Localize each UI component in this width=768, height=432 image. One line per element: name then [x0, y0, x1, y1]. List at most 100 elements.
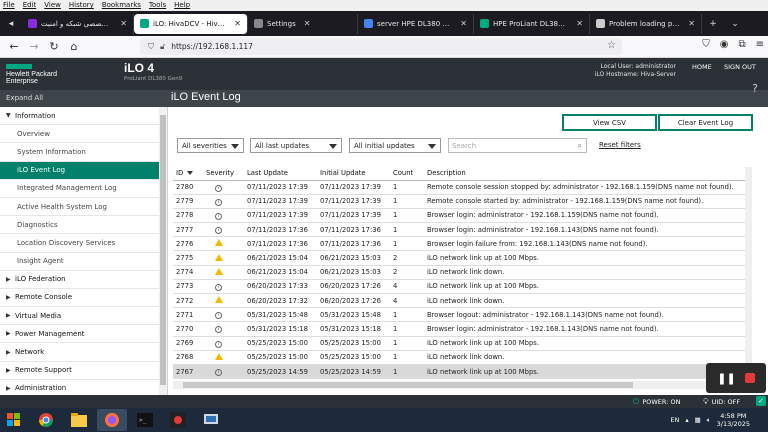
sign-out-link[interactable]: SIGN OUT: [724, 63, 756, 71]
back-icon[interactable]: ←: [4, 40, 24, 53]
menu-tools[interactable]: Tools: [149, 0, 166, 11]
url-bar[interactable]: ⛉ 🔓︎ https://192.168.1.117 ☆: [140, 38, 622, 55]
col-id-header[interactable]: ID: [173, 167, 203, 181]
table-row[interactable]: 2767 i 05/25/2023 14:59 05/25/2023 14:59 1 iL…: [173, 364, 751, 379]
extensions-icon[interactable]: ⧉: [738, 39, 745, 50]
col-severity-header[interactable]: Severity: [203, 167, 244, 181]
sidebar-item-administration[interactable]: ▶ Administration: [0, 380, 167, 395]
table-row[interactable]: 2769 i 05/25/2023 15:00 05/25/2023 15:00 1 iL…: [173, 336, 751, 351]
sidebar-item-location-discovery-services[interactable]: Location Discovery Services: [0, 234, 167, 253]
table-row[interactable]: 2772 06/20/2023 17:32 06/20/2023 17:26 4 iLO…: [173, 293, 751, 309]
browser-tab[interactable]: مجموعه تخصصی شبکه و امنیت ✕: [22, 13, 134, 34]
sidebar-item-ilo-federation[interactable]: ▶ iLO Federation: [0, 271, 167, 289]
col-description-header[interactable]: Description: [424, 167, 751, 181]
browser-tab[interactable]: HPE ProLiant DL380 G9 RAM ✕: [474, 13, 590, 34]
close-tab-icon[interactable]: ✕: [234, 19, 241, 28]
sidebar-item-power-management[interactable]: ▶ Power Management: [0, 325, 167, 344]
sidebar-item-diagnostics[interactable]: Diagnostics: [0, 216, 167, 235]
table-row[interactable]: 2778 i 07/11/2023 17:39 07/11/2023 17:39 1 Br…: [173, 208, 751, 224]
close-tab-icon[interactable]: ✕: [460, 19, 467, 28]
firefox-view-icon[interactable]: ◂: [0, 11, 22, 36]
forward-icon[interactable]: →: [24, 40, 44, 53]
chrome-taskbar-icon[interactable]: [31, 409, 61, 431]
table-row[interactable]: 2768 05/25/2023 15:00 05/25/2023 15:00 1 iLO…: [173, 350, 751, 365]
table-row[interactable]: 2773 i 06/20/2023 17:33 06/20/2023 17:26 4 iL…: [173, 279, 751, 295]
severity-filter[interactable]: All severities: [177, 138, 244, 153]
sidebar-item-information[interactable]: ▼ Information: [0, 107, 167, 126]
sidebar-item-remote-support[interactable]: ▶ Remote Support: [0, 362, 167, 380]
home-link[interactable]: HOME: [692, 63, 712, 71]
initial-update-filter[interactable]: All initial updates: [349, 138, 441, 153]
pause-icon[interactable]: ❚❚: [717, 372, 735, 385]
bookmark-star-icon[interactable]: ☆: [607, 40, 616, 51]
pocket-icon[interactable]: ⛉: [702, 39, 710, 50]
table-row[interactable]: 2776 07/11/2023 17:36 07/11/2023 17:36 1 Bro…: [173, 236, 751, 252]
sidebar-item-insight-agent[interactable]: Insight Agent: [0, 253, 167, 271]
browser-tab[interactable]: Settings ✕: [248, 13, 358, 34]
home-icon[interactable]: ⌂: [64, 40, 84, 53]
network-icon[interactable]: ▦: [695, 416, 701, 424]
windows-start-icon[interactable]: [0, 408, 28, 432]
uid-status[interactable]: 💡︎ UID: OFF: [703, 397, 740, 407]
menu-edit[interactable]: Edit: [23, 0, 37, 11]
close-tab-icon[interactable]: ✕: [304, 19, 311, 28]
sidebar-item-ilo-event-log[interactable]: iLO Event Log: [0, 161, 167, 180]
expand-all-link[interactable]: Expand All: [6, 94, 43, 102]
tray-arrow-icon[interactable]: ▴: [685, 416, 688, 424]
sidebar-item-system-information[interactable]: System Information: [0, 143, 167, 162]
view-csv-button[interactable]: View CSV: [562, 114, 657, 131]
close-tab-icon[interactable]: ✕: [576, 19, 583, 28]
reload-icon[interactable]: ↻: [44, 40, 64, 53]
col-last-update-header[interactable]: Last Update: [244, 167, 317, 181]
help-icon[interactable]: ?: [752, 82, 758, 95]
sidebar-item-network[interactable]: ▶ Network: [0, 343, 167, 362]
firefox-taskbar-icon[interactable]: [97, 409, 127, 431]
volume-icon[interactable]: 🔈︎: [707, 416, 711, 425]
table-row[interactable]: 2780 i 07/11/2023 17:39 07/11/2023 17:39 1 Re…: [173, 180, 751, 195]
table-vertical-scrollbar[interactable]: [745, 167, 752, 382]
terminal-taskbar-icon[interactable]: >_: [130, 409, 160, 431]
sidebar-item-integrated-management-log[interactable]: Integrated Management Log: [0, 180, 167, 198]
browser-tab[interactable]: iLO: HivaDCV - Hiva-Server ✕: [134, 13, 248, 34]
sidebar-item-remote-console[interactable]: ▶ Remote Console: [0, 289, 167, 308]
menu-icon[interactable]: ≡: [756, 39, 764, 50]
sidebar-item-virtual-media[interactable]: ▶ Virtual Media: [0, 307, 167, 326]
table-row[interactable]: 2779 i 07/11/2023 17:39 07/11/2023 17:39 1 Re…: [173, 194, 751, 209]
col-initial-update-header[interactable]: Initial Update: [317, 167, 390, 181]
sidebar-scroll-thumb[interactable]: [160, 115, 166, 385]
table-horizontal-scrollbar[interactable]: [173, 381, 753, 389]
col-count-header[interactable]: Count: [390, 167, 424, 181]
recorder-taskbar-icon[interactable]: [163, 409, 193, 431]
list-all-tabs-icon[interactable]: ⌄: [724, 11, 746, 36]
last-update-filter[interactable]: All last updates: [250, 138, 342, 153]
browser-tab[interactable]: server HPE DL380 G9 memo ✕: [358, 13, 474, 34]
file-explorer-taskbar-icon[interactable]: [64, 409, 94, 431]
reset-filters-link[interactable]: Reset filters: [599, 141, 641, 149]
menu-bookmarks[interactable]: Bookmarks: [102, 0, 141, 11]
language-indicator[interactable]: EN: [670, 416, 679, 424]
browser-tab[interactable]: Problem loading page ✕: [590, 13, 702, 34]
close-tab-icon[interactable]: ✕: [120, 19, 127, 28]
search-input[interactable]: Search ⌕: [448, 138, 587, 153]
sidebar-scrollbar[interactable]: [159, 107, 167, 395]
close-tab-icon[interactable]: ✕: [688, 19, 695, 28]
firefox-account-icon[interactable]: ◉: [720, 39, 729, 50]
menu-help[interactable]: Help: [174, 0, 190, 11]
health-check-icon[interactable]: ✓: [756, 396, 766, 406]
table-row[interactable]: 2771 i 05/31/2023 15:48 05/31/2023 15:48 1 Br…: [173, 307, 751, 323]
table-row[interactable]: 2774 06/21/2023 15:04 06/21/2023 15:03 2 iLO…: [173, 265, 751, 280]
sidebar-item-overview[interactable]: Overview: [0, 125, 167, 144]
menu-history[interactable]: History: [69, 0, 94, 11]
network-tool-taskbar-icon[interactable]: [196, 409, 226, 431]
menu-file[interactable]: File: [3, 0, 15, 11]
table-row[interactable]: 2777 i 07/11/2023 17:36 07/11/2023 17:36 1 Br…: [173, 222, 751, 238]
power-status[interactable]: ⏻ POWER: ON: [633, 397, 680, 407]
table-row[interactable]: 2770 i 05/31/2023 15:18 05/31/2023 15:18 1 Br…: [173, 321, 751, 337]
menu-view[interactable]: View: [44, 0, 61, 11]
stop-icon[interactable]: [744, 373, 755, 383]
sidebar-item-active-health-system-log[interactable]: Active Health System Log: [0, 198, 167, 217]
new-tab-icon[interactable]: +: [702, 11, 724, 36]
clear-event-log-button[interactable]: Clear Event Log: [658, 114, 753, 131]
clock[interactable]: 4:58 PM 3/13/2025: [717, 412, 750, 428]
table-hscroll-thumb[interactable]: [183, 382, 633, 388]
